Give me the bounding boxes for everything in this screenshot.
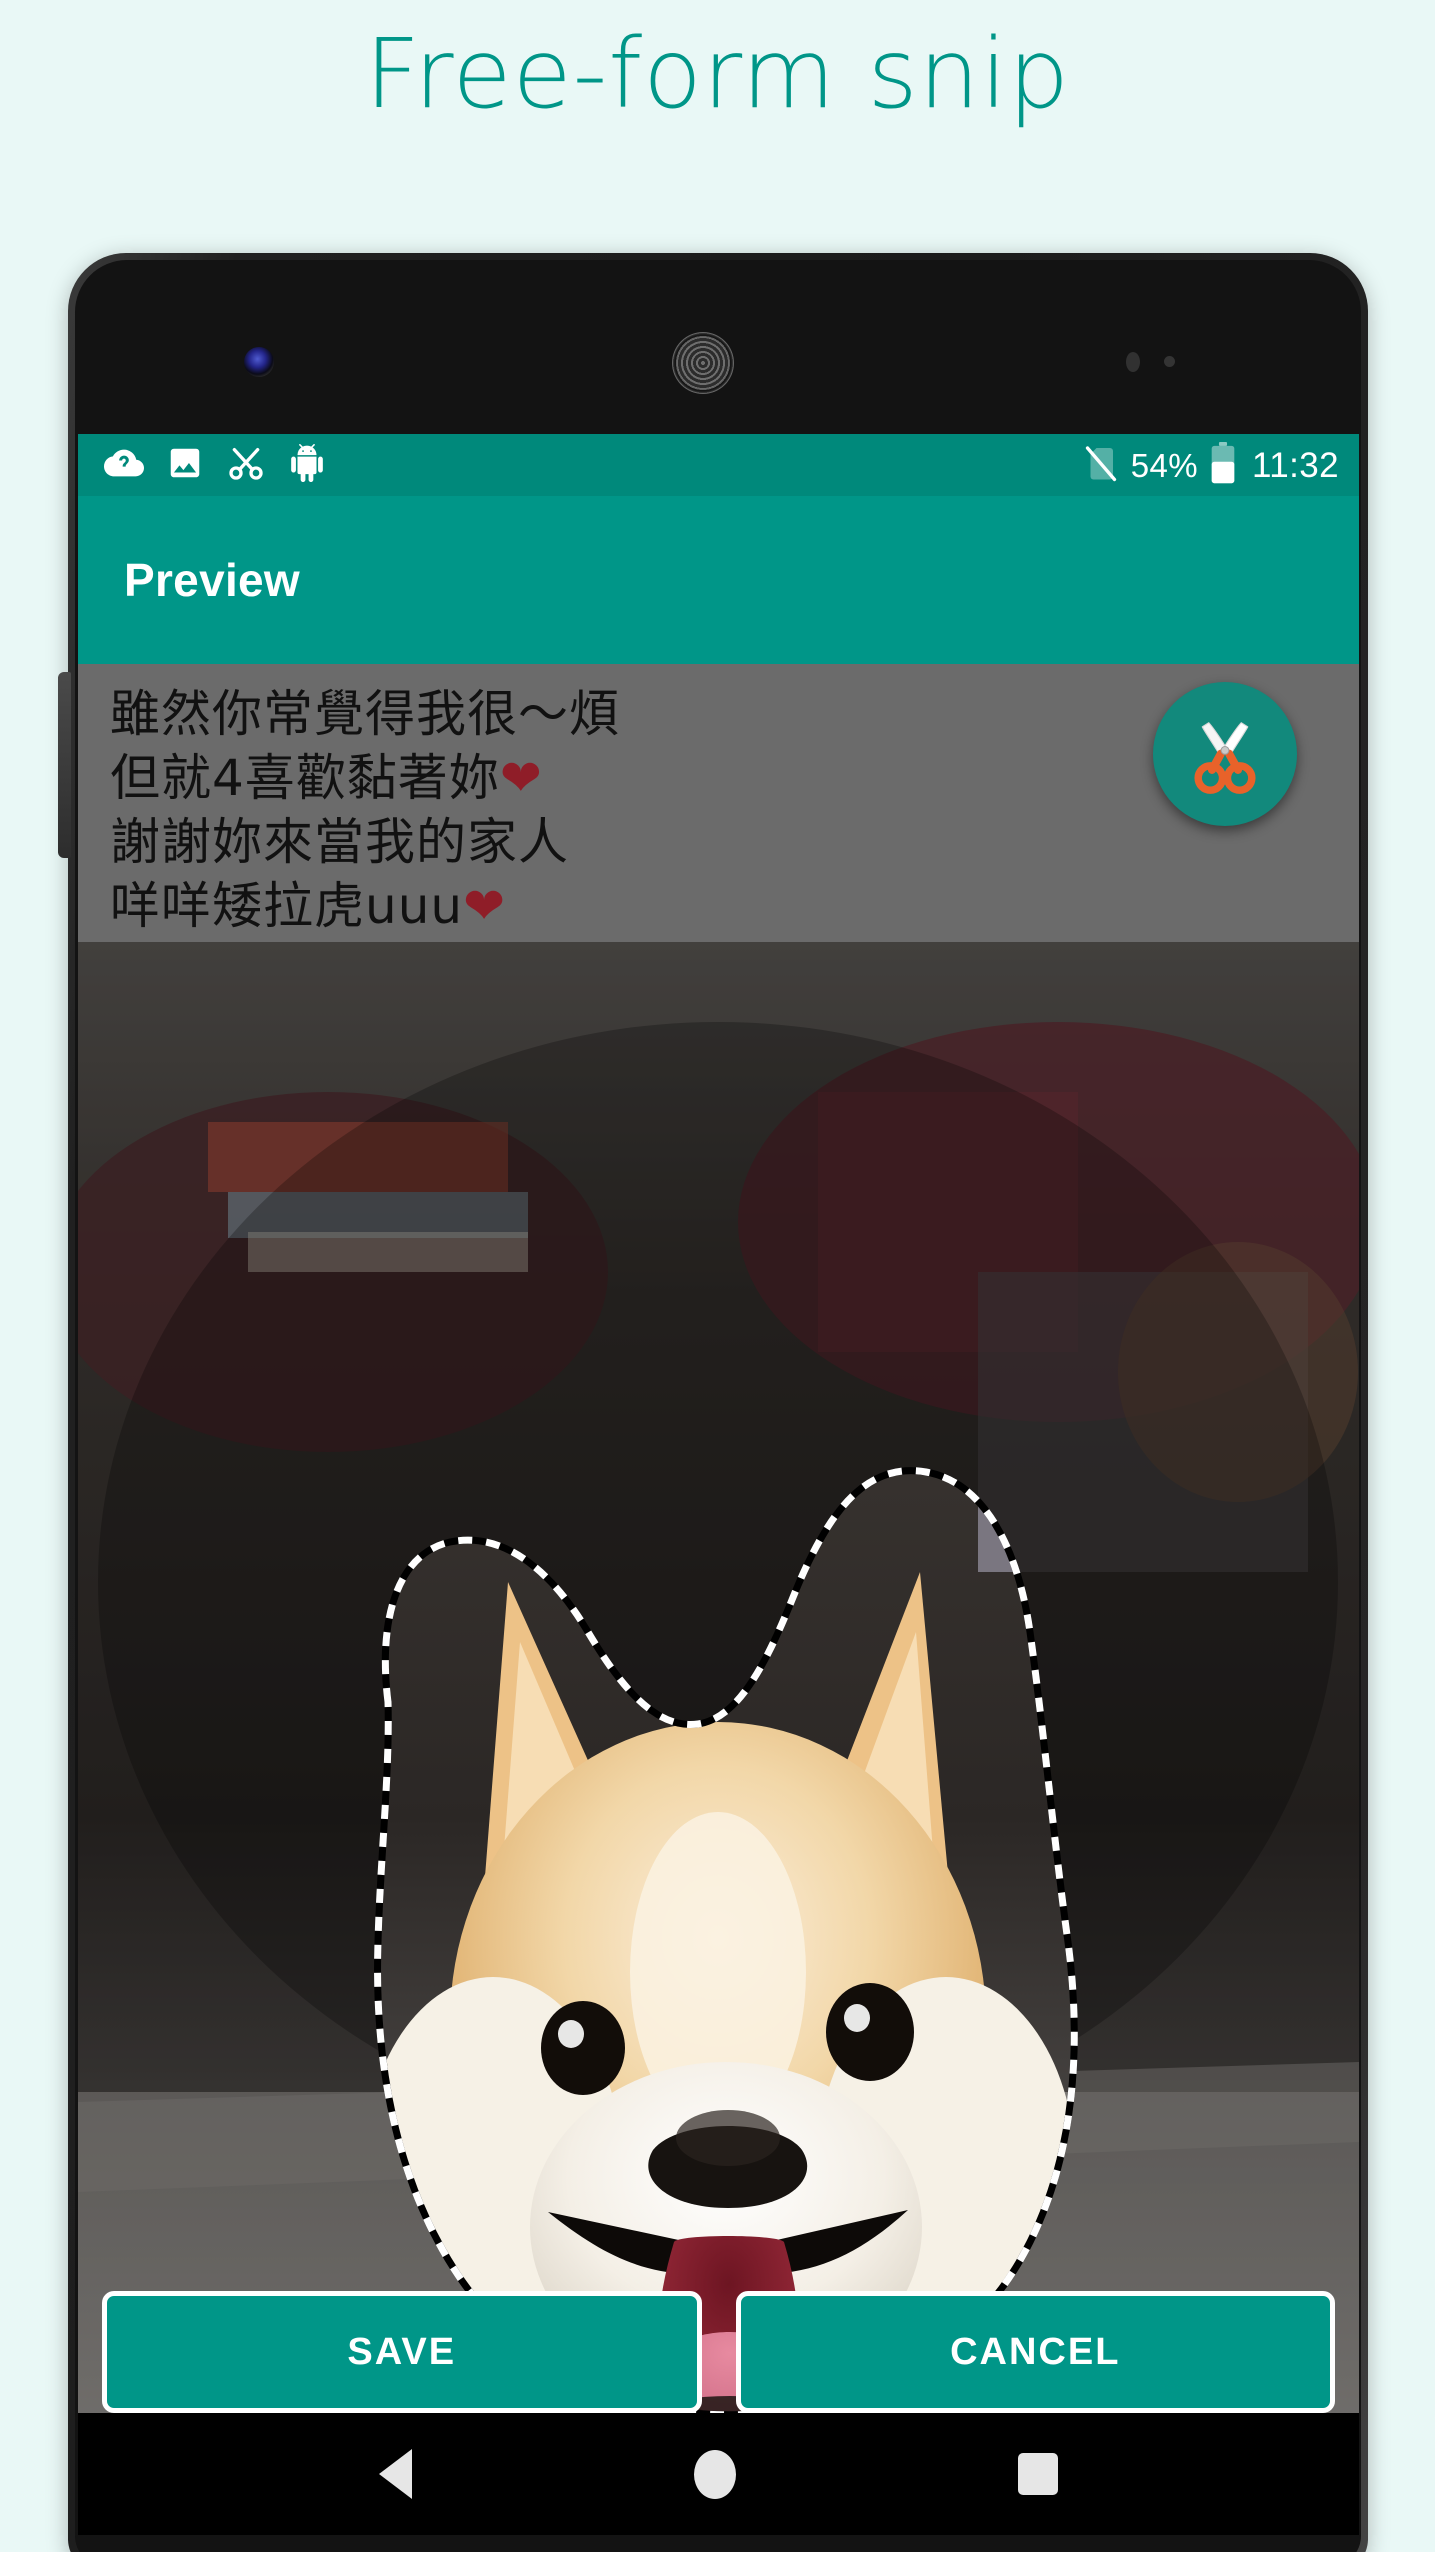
light-sensor-icon [1164,356,1175,367]
save-button[interactable]: SAVE [102,2291,702,2413]
android-icon [288,443,326,487]
earpiece-speaker-icon [672,332,734,394]
image-icon [166,444,204,487]
snip-fab-button[interactable] [1153,682,1297,826]
app-bar: Preview [78,496,1359,664]
content-area: 雖然你常覺得我很～煩但就4喜歡黏著妳❤謝謝妳來當我的家人咩咩矮拉虎uuu❤ [78,664,1359,2535]
cloud-question-icon [104,443,144,488]
recents-square-icon [1018,2453,1058,2495]
scissors-icon [226,443,266,488]
nav-recents-button[interactable] [1018,2453,1058,2495]
status-bar-notification-icons [104,443,326,488]
page-title: Free-form snip [364,18,1071,130]
proximity-sensor-icon [1126,352,1140,372]
status-bar-system-icons: 54% 11:32 [1083,441,1339,489]
battery-icon [1210,441,1236,489]
action-button-bar: SAVE CANCEL [78,2291,1359,2413]
phone-screen: 54% 11:32 Preview 雖然你常覺得我很～煩 但就4喜歡黏著妳❤ 謝謝妳… [78,434,1359,2535]
battery-percentage: 54% [1130,446,1198,484]
no-sim-icon [1083,443,1119,488]
scissors-icon [1173,700,1277,809]
volume-rocker-button[interactable] [58,672,71,858]
caption-panel: 雖然你常覺得我很～煩 但就4喜歡黏著妳❤ 謝謝妳來當我的家人 咩咩矮拉虎uuu❤ [78,664,1359,942]
nav-home-button[interactable] [694,2449,736,2499]
nav-back-button[interactable] [379,2449,412,2499]
home-circle-icon [694,2449,736,2499]
app-bar-title: Preview [124,554,300,606]
heart-emoji: ❤ [499,749,543,807]
status-bar-clock: 11:32 [1252,445,1339,485]
cancel-button[interactable]: CANCEL [735,2291,1335,2413]
android-navigation-bar [78,2413,1359,2535]
front-camera-icon [244,347,274,377]
back-triangle-icon [379,2449,412,2499]
heart-emoji: ❤ [463,877,506,935]
status-bar: 54% 11:32 [78,434,1359,496]
